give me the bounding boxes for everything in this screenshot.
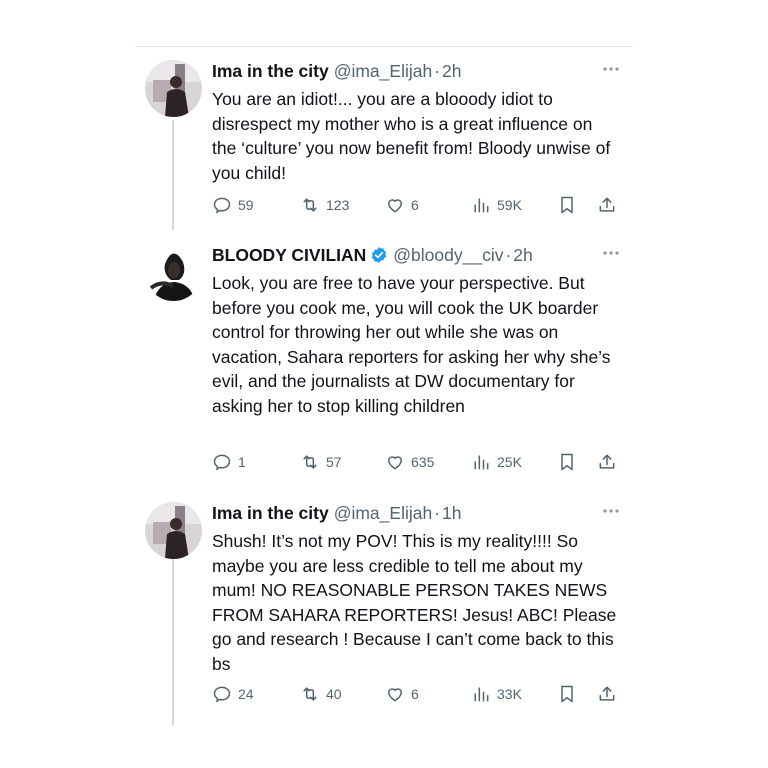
reply-icon [213, 454, 231, 471]
user-handle[interactable]: @ima_Elijah [334, 503, 433, 524]
tweet-header: Ima in the city @ima_Elijah · 1h [212, 502, 462, 524]
more-options-icon[interactable] [601, 62, 621, 76]
timestamp[interactable]: 2h [513, 245, 532, 266]
like-count: 6 [411, 197, 419, 213]
like-count: 635 [411, 454, 435, 470]
display-name[interactable]: Ima in the city [212, 503, 329, 524]
reply-button[interactable]: 24 [212, 682, 254, 706]
repost-button[interactable]: 123 [300, 193, 349, 217]
heart-icon [388, 199, 402, 213]
tweet[interactable]: Ima in the city @ima_Elijah · 2h You are… [145, 60, 635, 220]
repost-count: 57 [326, 454, 342, 470]
repost-count: 40 [326, 686, 342, 702]
views-count: 33K [497, 686, 522, 702]
tweet[interactable]: Ima in the city @ima_Elijah · 1h Shush! … [145, 502, 635, 712]
timestamp[interactable]: 1h [442, 503, 461, 524]
like-count: 6 [411, 686, 419, 702]
avatar[interactable] [145, 502, 202, 559]
heart-icon [388, 456, 402, 470]
timestamp[interactable]: 2h [442, 61, 461, 82]
user-handle[interactable]: @bloody__civ [393, 245, 503, 266]
reply-count: 1 [238, 454, 246, 470]
views-button[interactable]: 25K [471, 450, 522, 474]
like-button[interactable]: 6 [385, 682, 419, 706]
tweet-header: Ima in the city @ima_Elijah · 2h [212, 60, 462, 82]
tweet-actions: 1 57 635 25K [212, 450, 622, 474]
share-icon [599, 686, 615, 701]
tweet-text: Look, you are free to have your perspect… [212, 273, 611, 416]
tweet-actions: 24 40 6 33K [212, 682, 622, 706]
user-handle[interactable]: @ima_Elijah [334, 61, 433, 82]
verified-badge-icon [372, 247, 387, 263]
heart-icon [388, 688, 402, 702]
reply-button[interactable]: 59 [212, 193, 254, 217]
share-icon [599, 197, 615, 212]
reply-icon [213, 686, 231, 703]
more-options-icon[interactable] [601, 246, 621, 260]
display-name[interactable]: Ima in the city [212, 61, 329, 82]
tweet-header: BLOODY CIVILIAN @bloody__civ · 2h [212, 244, 533, 266]
avatar[interactable] [145, 244, 202, 301]
bookmark-icon [561, 685, 573, 703]
reply-button[interactable]: 1 [212, 450, 246, 474]
share-button[interactable] [597, 682, 617, 706]
views-icon [474, 687, 489, 702]
like-button[interactable]: 635 [385, 450, 434, 474]
bookmark-button[interactable] [557, 682, 577, 706]
share-icon [599, 454, 615, 469]
views-count: 25K [497, 454, 522, 470]
top-divider [135, 46, 633, 47]
views-button[interactable]: 59K [471, 193, 522, 217]
repost-button[interactable]: 40 [300, 682, 342, 706]
reply-icon [213, 197, 231, 214]
bookmark-icon [561, 196, 573, 214]
tweet-text: You are an idiot!... you are a blooody i… [212, 89, 611, 183]
views-count: 59K [497, 197, 522, 213]
share-button[interactable] [597, 193, 617, 217]
tweet-text: Shush! It’s not my POV! This is my reali… [212, 531, 617, 674]
more-options-icon[interactable] [601, 504, 621, 518]
repost-count: 123 [326, 197, 350, 213]
tweet-actions: 59 123 6 59K [212, 193, 622, 217]
like-button[interactable]: 6 [385, 193, 419, 217]
views-button[interactable]: 33K [471, 682, 522, 706]
views-icon [474, 198, 489, 213]
repost-icon [303, 687, 317, 701]
repost-icon [303, 455, 317, 469]
display-name[interactable]: BLOODY CIVILIAN [212, 245, 366, 266]
repost-icon [303, 198, 317, 212]
bookmark-icon [561, 453, 573, 471]
reply-count: 24 [238, 686, 254, 702]
repost-button[interactable]: 57 [300, 450, 342, 474]
reply-count: 59 [238, 197, 254, 213]
bookmark-button[interactable] [557, 450, 577, 474]
tweet[interactable]: BLOODY CIVILIAN @bloody__civ · 2h Look, … [145, 244, 635, 484]
views-icon [474, 455, 489, 470]
share-button[interactable] [597, 450, 617, 474]
separator-dot: · [434, 502, 441, 523]
separator-dot: · [505, 244, 512, 265]
avatar[interactable] [145, 60, 202, 117]
bookmark-button[interactable] [557, 193, 577, 217]
separator-dot: · [434, 60, 441, 81]
